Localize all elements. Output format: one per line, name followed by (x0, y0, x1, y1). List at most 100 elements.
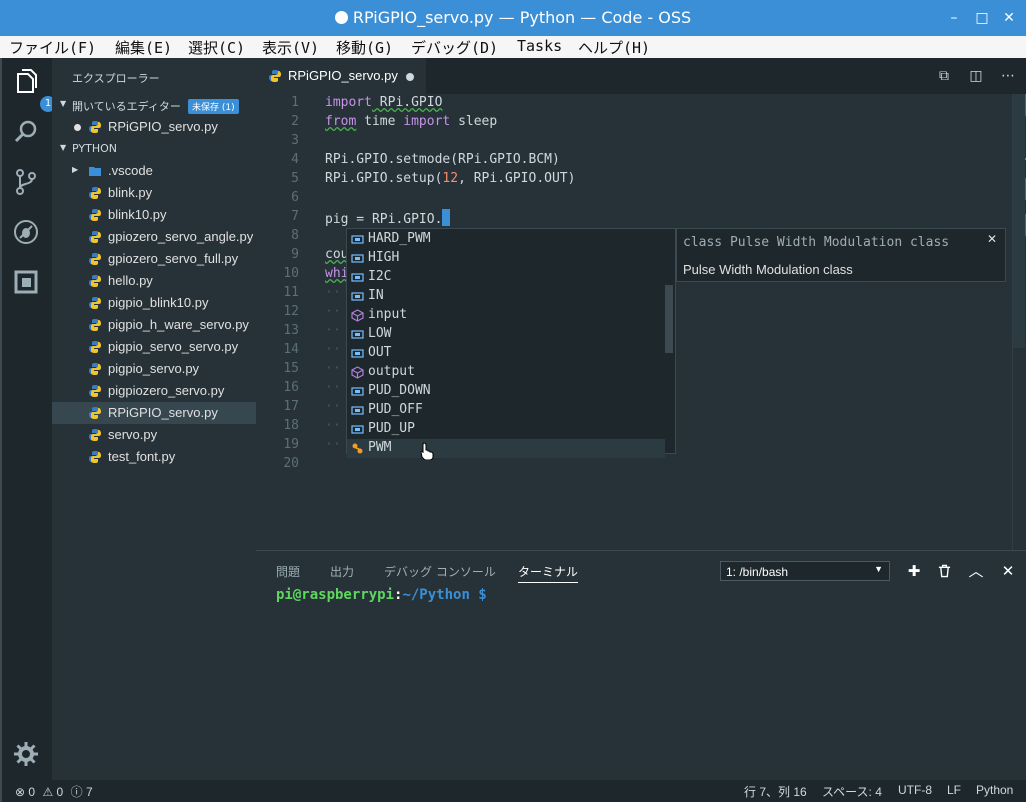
python-file-icon (89, 407, 101, 419)
terminal-prompt[interactable]: pi@raspberrypi:~/Python $ (276, 587, 487, 603)
encoding-status[interactable]: UTF-8 (898, 783, 932, 797)
line-number: 8 (291, 228, 299, 243)
tree-file-item[interactable]: gpiozero_servo_full.py (52, 248, 256, 270)
tab-rpigpio-servo[interactable]: RPiGPIO_servo.py (256, 58, 426, 94)
menu-debug[interactable]: デバッグ(D) (411, 37, 498, 58)
indentation-status[interactable]: スペース: 4 (822, 783, 882, 800)
suggestion-item[interactable]: LOW (347, 325, 665, 344)
suggest-details: class Pulse Width Modulation class Pulse… (676, 228, 1006, 282)
suggestion-item[interactable]: PUD_DOWN (347, 382, 665, 401)
python-folder-section[interactable]: ▼ PYTHON (52, 138, 256, 160)
split-editor-button[interactable]: ◫ (966, 66, 986, 86)
menu-go[interactable]: 移動(G) (336, 37, 393, 58)
python-file-icon (89, 385, 101, 397)
suggestion-item[interactable]: input (347, 306, 665, 325)
tree-file-item[interactable]: test_font.py (52, 446, 256, 468)
scm-activity[interactable] (12, 168, 44, 200)
suggestion-item[interactable]: HIGH (347, 249, 665, 268)
kill-terminal-button[interactable] (934, 561, 954, 581)
tree-file-item[interactable]: blink10.py (52, 204, 256, 226)
minimize-button[interactable]: – (944, 8, 964, 28)
tab-output[interactable]: 出力 (330, 563, 354, 580)
debug-activity[interactable] (12, 218, 44, 250)
tree-file-item[interactable]: hello.py (52, 270, 256, 292)
editor-scrollbar[interactable] (1012, 94, 1026, 550)
unsaved-badge: 未保存 (1) (188, 99, 239, 114)
files-icon (17, 69, 37, 93)
open-editor-item[interactable]: RPiGPIO_servo.py (52, 116, 256, 138)
tree-file-item[interactable]: pigpio_servo.py (52, 358, 256, 380)
tree-file-item[interactable]: RPiGPIO_servo.py (52, 402, 256, 424)
python-file-icon (89, 231, 101, 243)
python-file-icon (89, 209, 101, 221)
collapsed-chevron-icon: ▶ (72, 165, 79, 174)
menu-help[interactable]: ヘルプ(H) (578, 37, 650, 58)
status-bar: ⊗ 0 ⚠ 0 ⓘ 7 行 7、列 16 スペース: 4 UTF-8 LF Py… (0, 780, 1026, 802)
window-title: RPiGPIO_servo.py — Python — Code - OSS (0, 8, 1026, 27)
variable-icon (351, 273, 364, 282)
suggestion-item[interactable]: IN (347, 287, 665, 306)
language-status[interactable]: Python (976, 783, 1013, 797)
menu-file[interactable]: ファイル(F) (9, 37, 96, 58)
maximize-button[interactable]: □ (972, 8, 992, 28)
suggestion-item[interactable]: PWM (347, 439, 665, 458)
tree-file-item[interactable]: pigpio_servo_servo.py (52, 336, 256, 358)
open-editor-filename: RPiGPIO_servo.py (108, 119, 218, 134)
more-actions-button[interactable]: ⋯ (998, 66, 1018, 86)
tab-problems[interactable]: 問題 (276, 563, 300, 580)
open-editors-section[interactable]: ▼ 開いているエディター 未保存 (1) (52, 94, 256, 116)
autocomplete-list[interactable]: HARD_PWM HIGH I2C IN input LOW OUT output PUD_DO… (346, 228, 676, 458)
settings-activity[interactable] (12, 740, 44, 772)
line-number: 10 (283, 266, 299, 281)
menu-view[interactable]: 表示(V) (262, 37, 319, 58)
python-file-icon (89, 451, 101, 463)
menu-tasks[interactable]: Tasks (517, 37, 562, 55)
suggestion-item[interactable]: HARD_PWM (347, 230, 665, 249)
tab-terminal[interactable]: ターミナル (518, 563, 579, 583)
menu-selection[interactable]: 選択(C) (188, 37, 245, 58)
suggestion-item[interactable]: PUD_OFF (347, 401, 665, 420)
line-number: 14 (283, 342, 299, 357)
file-name: pigpio_h_ware_servo.py (108, 317, 249, 332)
tree-file-item[interactable]: pigpio_blink10.py (52, 292, 256, 314)
tree-file-item[interactable]: pigpiozero_servo.py (52, 380, 256, 402)
suggestion-label: PUD_UP (368, 421, 415, 436)
code-text: sleep (450, 114, 498, 129)
modified-dot-icon[interactable] (406, 73, 414, 81)
trash-icon (938, 564, 950, 578)
code-line-10: whi (325, 266, 349, 281)
suggestion-item[interactable]: OUT (347, 344, 665, 363)
cursor-position[interactable]: 行 7、列 16 (744, 783, 807, 800)
variable-icon (351, 425, 364, 434)
new-terminal-button[interactable]: ✚ (904, 561, 924, 581)
open-changes-button[interactable]: ⧉ (934, 66, 954, 86)
suggestion-item[interactable]: PUD_UP (347, 420, 665, 439)
tree-file-item[interactable]: blink.py (52, 182, 256, 204)
scroll-thumb[interactable] (1013, 94, 1025, 348)
tree-file-item[interactable]: servo.py (52, 424, 256, 446)
tab-debug-console[interactable]: デバッグ コンソール (384, 563, 496, 580)
file-name: servo.py (108, 427, 158, 442)
suggestion-item[interactable]: output (347, 363, 665, 382)
tree-folder-vscode[interactable]: ▶ .vscode (52, 160, 256, 182)
close-panel-button[interactable]: ✕ (998, 561, 1018, 581)
menu-edit[interactable]: 編集(E) (115, 37, 172, 58)
explorer-activity[interactable]: 1 (12, 68, 56, 112)
tree-file-item[interactable]: pigpio_h_ware_servo.py (52, 314, 256, 336)
problems-status[interactable]: ⊗ 0 ⚠ 0 ⓘ 7 (15, 783, 93, 800)
variable-icon (351, 387, 364, 396)
suggestion-item[interactable]: I2C (347, 268, 665, 287)
close-window-button[interactable]: ✕ (999, 8, 1019, 28)
line-number: 12 (283, 304, 299, 319)
close-details-icon[interactable]: ✕ (987, 232, 997, 246)
extensions-activity[interactable] (12, 268, 44, 300)
eol-status[interactable]: LF (947, 783, 961, 797)
maximize-panel-button[interactable]: ︿ (966, 561, 986, 581)
search-activity[interactable] (12, 118, 44, 150)
folder-name: .vscode (108, 163, 153, 178)
tree-file-item[interactable]: gpiozero_servo_angle.py (52, 226, 256, 248)
warning-icon: ⚠ (42, 785, 54, 799)
terminal-select[interactable]: 1: /bin/bash ▼ (720, 561, 890, 581)
python-file-icon (89, 319, 101, 331)
suggest-scroll-thumb[interactable] (665, 285, 673, 353)
